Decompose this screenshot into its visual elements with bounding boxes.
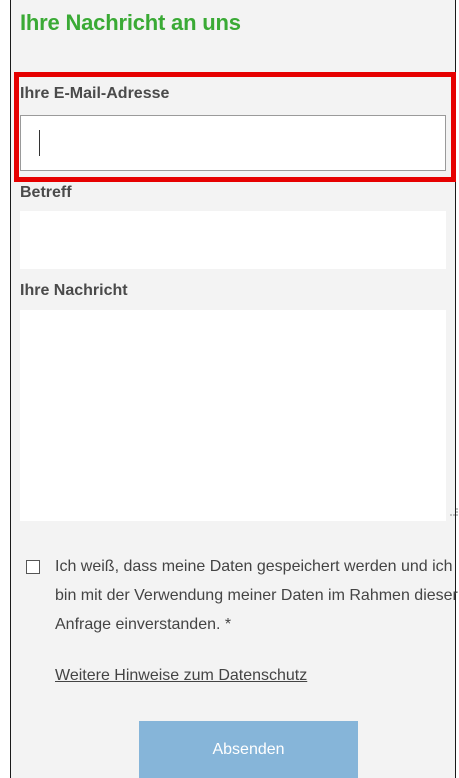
consent-text: Ich weiß, dass meine Daten gespeichert w…: [55, 558, 458, 633]
subject-label: Betreff: [20, 184, 72, 201]
form-title: Ihre Nachricht an uns: [20, 10, 241, 35]
message-label: Ihre Nachricht: [20, 282, 128, 299]
text-cursor: [39, 130, 40, 156]
message-textarea[interactable]: [20, 310, 446, 521]
privacy-link[interactable]: Weitere Hinweise zum Datenschutz: [55, 667, 307, 685]
contact-form-panel: Ihre Nachricht an uns Ihre E-Mail-Adress…: [10, 0, 459, 778]
subject-field[interactable]: [20, 211, 446, 269]
email-field[interactable]: [20, 115, 446, 171]
resize-grip-icon[interactable]: [447, 505, 459, 517]
submit-button[interactable]: Absenden: [139, 721, 358, 778]
consent-checkbox[interactable]: [26, 560, 40, 574]
email-label: Ihre E-Mail-Adresse: [20, 85, 170, 102]
